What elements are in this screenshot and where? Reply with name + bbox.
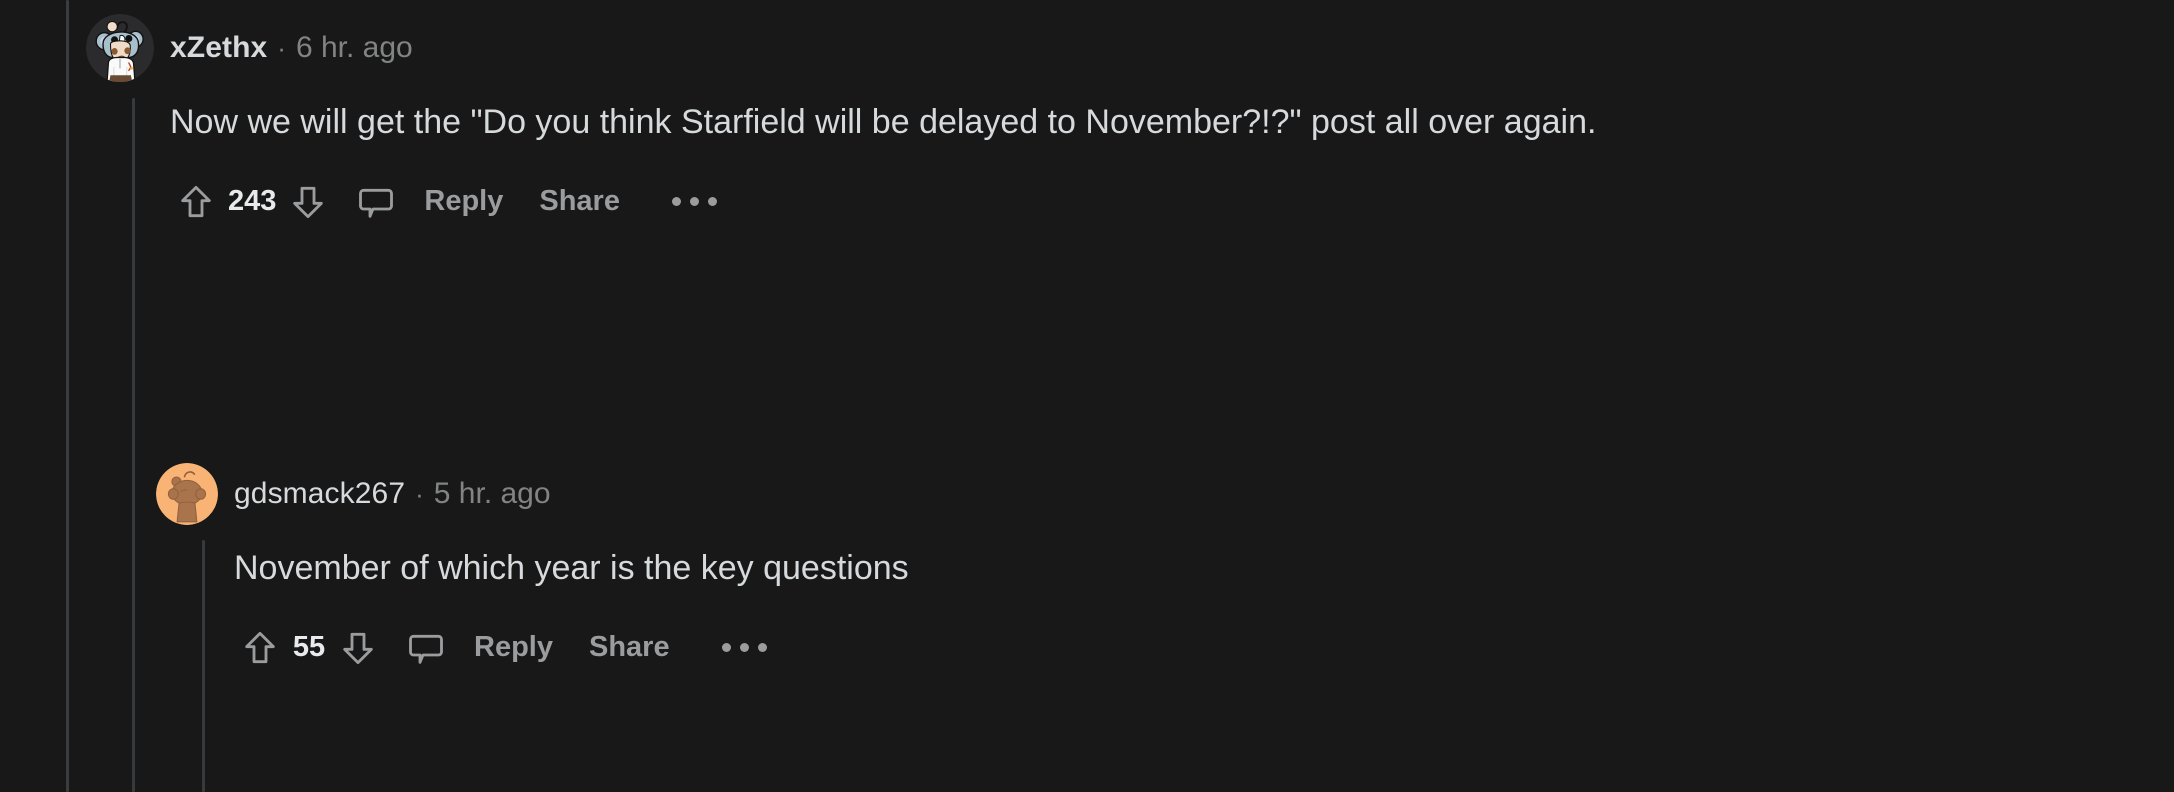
- comment-body-text: Now we will get the "Do you think Starfi…: [170, 103, 1597, 141]
- arrow-up-icon[interactable]: [170, 176, 222, 228]
- more-horizontal-icon[interactable]: [652, 197, 737, 207]
- share-button[interactable]: Share: [521, 187, 638, 216]
- vote-count: 55: [292, 631, 326, 664]
- arrow-down-icon[interactable]: [332, 622, 384, 674]
- vote-group: 243: [170, 176, 334, 228]
- reply-button[interactable]: Reply: [406, 187, 521, 216]
- reply-button[interactable]: Reply: [456, 633, 571, 662]
- comment-header: gdsmack267 · 5 hr. ago: [156, 460, 2146, 528]
- comment-timestamp: 6 hr. ago: [295, 31, 413, 64]
- comment-byline: xZethx · 6 hr. ago: [170, 33, 413, 63]
- share-button[interactable]: Share: [571, 633, 688, 662]
- comment-body-text: November of which year is the key questi…: [234, 549, 909, 587]
- comment-header: xZethx · 6 hr. ago: [86, 14, 2146, 82]
- byline-separator: ·: [415, 479, 424, 509]
- comment-bubble-icon[interactable]: [350, 176, 402, 228]
- comment-byline: gdsmack267 · 5 hr. ago: [234, 479, 551, 509]
- more-horizontal-icon[interactable]: [702, 643, 787, 653]
- comment-timestamp: 5 hr. ago: [433, 477, 551, 510]
- comment-bubble-icon[interactable]: [400, 622, 452, 674]
- comment-action-bar: 243 Reply Share: [170, 174, 2146, 230]
- comment-author[interactable]: gdsmack267: [234, 479, 405, 509]
- avatar-snoo-orange[interactable]: [156, 463, 218, 525]
- comment-action-bar: 55 Reply Share: [234, 620, 2146, 676]
- arrow-down-icon[interactable]: [282, 176, 334, 228]
- comment-thread-item: gdsmack267 · 5 hr. ago November of which…: [156, 460, 2146, 676]
- vote-group: 55: [234, 622, 384, 674]
- comment-thread-item: xZethx · 6 hr. ago Now we will get the "…: [86, 14, 2146, 230]
- arrow-up-icon[interactable]: [234, 622, 286, 674]
- comment-author[interactable]: xZethx: [170, 33, 267, 63]
- avatar-koala-hoodie[interactable]: [86, 14, 154, 82]
- byline-separator: ·: [277, 33, 286, 63]
- vote-count: 243: [228, 185, 277, 218]
- thread-line-root[interactable]: [66, 0, 69, 792]
